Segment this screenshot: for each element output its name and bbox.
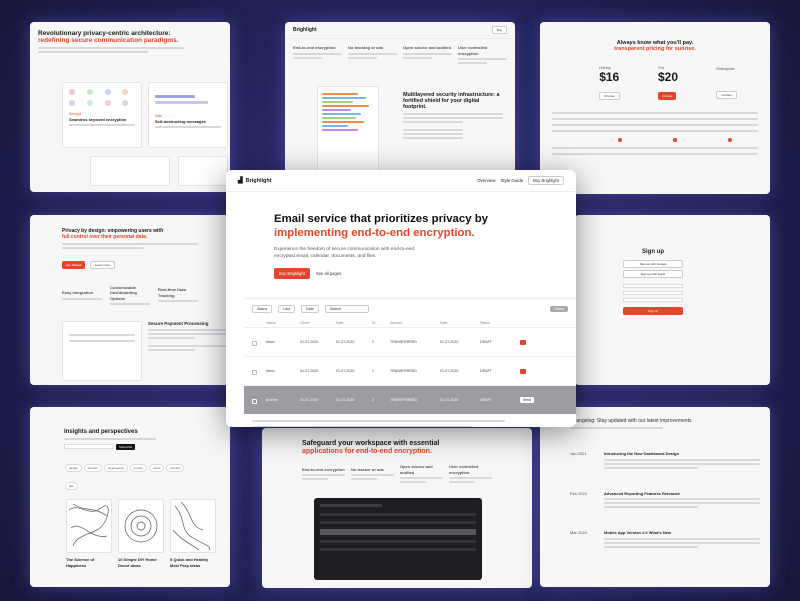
contact-avatar-icon: [69, 100, 75, 106]
col-status[interactable]: status: [266, 321, 300, 325]
brand-logo[interactable]: Brighlight: [293, 27, 317, 33]
workspace-dark-table: [314, 498, 482, 580]
privacy-secondary-button[interactable]: Learn more: [89, 260, 116, 269]
hero-subtext: Experience the freedom of secure communi…: [274, 246, 414, 259]
col-client[interactable]: Client: [300, 321, 336, 325]
card-pricing: Always know what you'll pay. transparent…: [540, 22, 770, 194]
code-snippet-panel: [317, 86, 379, 178]
feature-dashboard: Customizable Dashboarding Options: [110, 284, 137, 301]
plan-enterprise: Enterprise: [716, 65, 735, 71]
card-signup: Sign up Sign up with Google Sign up with…: [575, 215, 770, 385]
row-action-button[interactable]: Send: [520, 397, 534, 403]
col-amount[interactable]: Amount: [390, 321, 440, 325]
changelog-entry-2: Advanced Reporting Features Released: [604, 490, 680, 496]
card-changelog: Changelog: Stay updated with our latest …: [540, 407, 770, 587]
table-row-selected[interactable]: Archive 01-07-2020 01-07-2020 2 TRANSFER…: [244, 386, 576, 414]
secure-payment-title: Secure Payment Processing: [148, 321, 209, 326]
filter-status[interactable]: Status: [252, 305, 273, 313]
signup-submit-button[interactable]: Sign up: [623, 306, 683, 315]
showcase-canvas: Revolutionary privacy-centric architectu…: [0, 0, 800, 601]
contact-avatar-icon: [104, 100, 111, 106]
hero-secondary-link[interactable]: See all pages: [316, 271, 341, 276]
card-privacy-design: Privacy by design: empowering users with…: [30, 215, 230, 385]
contact-avatar-icon: [69, 89, 75, 95]
col-date[interactable]: Date: [336, 321, 372, 325]
feature-self-destruct-label: Self-destructing messages: [155, 118, 206, 124]
col-state[interactable]: Status: [480, 321, 520, 325]
plan-pro-price: $20: [657, 70, 678, 85]
feature-card-self-destruct: Safe Self-destructing messages: [148, 82, 228, 148]
hero-primary-button[interactable]: Buy Brighlight: [274, 267, 310, 279]
feature-card-keyword: Encrypt Seamless keyword encryption: [62, 82, 142, 148]
privacy-primary-button[interactable]: Get Started: [62, 260, 86, 269]
card-insights: Insights and perspectives Subscribe desi…: [30, 407, 230, 587]
plan-hobby-price: $16: [599, 70, 620, 85]
brand-icon: ▟: [238, 178, 243, 184]
contact-avatar-icon: [122, 89, 129, 95]
nav-link-style-guide[interactable]: Style Guide: [500, 178, 523, 183]
card-security-infrastructure: Brighlight Buy End-to-end encryption No …: [285, 22, 515, 180]
filter-search[interactable]: Search: [324, 305, 369, 313]
row-flag-icon[interactable]: [520, 368, 526, 374]
feature-keyword-label: Seamless keyword encryption: [69, 116, 127, 122]
hero-logo[interactable]: Brighlight: [246, 178, 272, 184]
changelog-title: Changelog: Stay updated with our latest …: [570, 418, 692, 424]
invoice-table-panel: Status Last Date Search Filters status C…: [244, 298, 576, 427]
nav-link-overview[interactable]: Overview: [477, 178, 495, 183]
row-flag-icon[interactable]: [520, 339, 526, 345]
article-title-3[interactable]: 5 Quick and Healthy Meal Prep Ideas: [170, 557, 216, 568]
signup-google-button[interactable]: Sign up with Google: [623, 259, 683, 268]
insights-title: Insights and perspectives: [64, 429, 138, 435]
signup-apple-button[interactable]: Sign up with Apple: [623, 269, 683, 278]
col-id[interactable]: ID: [372, 321, 390, 325]
workspace-title: Safeguard your workspace with essential: [302, 440, 440, 447]
hero-headline: Email service that prioritizes privacy b…: [274, 213, 488, 225]
contact-avatar-icon: [86, 89, 93, 95]
nav-buy-button[interactable]: Buy Brighlight: [528, 176, 564, 185]
workspace-subtitle: applications for end-to-end encryption.: [302, 448, 432, 456]
changelog-entry-3: Mobile App Version 2.0 What's New: [604, 530, 672, 536]
filter-date[interactable]: Date: [301, 305, 319, 313]
hero-page: ▟ Brighlight Overview Style Guide Buy Br…: [226, 170, 576, 427]
changelog-entry-1: Introducing the New Dashboard Design: [604, 451, 679, 456]
contact-avatar-icon: [122, 100, 129, 106]
privacy-centric-subtitle: redefining secure communication paradigm…: [38, 37, 179, 45]
table-row[interactable]: Inbox 01-07-2020 01-07-2020 2 TRANSFERRE…: [244, 357, 576, 386]
card-workspace: Safeguard your workspace with essential …: [262, 428, 532, 588]
hero-headline-accent: implementing end-to-end encryption.: [274, 227, 475, 240]
article-title-2[interactable]: 10 Simple DIY Home Decor Ideas: [118, 557, 164, 568]
filter-last[interactable]: Last: [278, 305, 295, 313]
article-title-1[interactable]: The Science of Happiness: [66, 557, 112, 568]
table-row[interactable]: Inbox 01-07-2020 01-07-2020 2 TRANSFERRE…: [244, 328, 576, 357]
contact-avatar-icon: [104, 89, 111, 95]
signup-title: Sign up: [642, 249, 664, 255]
col-date-2[interactable]: Date: [440, 321, 480, 325]
card-privacy-centric: Revolutionary privacy-centric architectu…: [30, 22, 230, 192]
security-title: Multilayered security infrastructure: a …: [403, 92, 500, 111]
subscribe-button[interactable]: Subscribe: [116, 443, 136, 450]
contact-avatar-icon: [86, 100, 93, 106]
privacy-centric-title: Revolutionary privacy-centric architectu…: [38, 30, 171, 37]
table-options-button[interactable]: Filters: [550, 306, 568, 312]
feature-tracking: Real-time Data Tracking: [158, 287, 186, 298]
privacy-design-subtitle: full control over their personal data.: [62, 233, 148, 240]
feature-integration: Easy Integration: [62, 290, 94, 296]
